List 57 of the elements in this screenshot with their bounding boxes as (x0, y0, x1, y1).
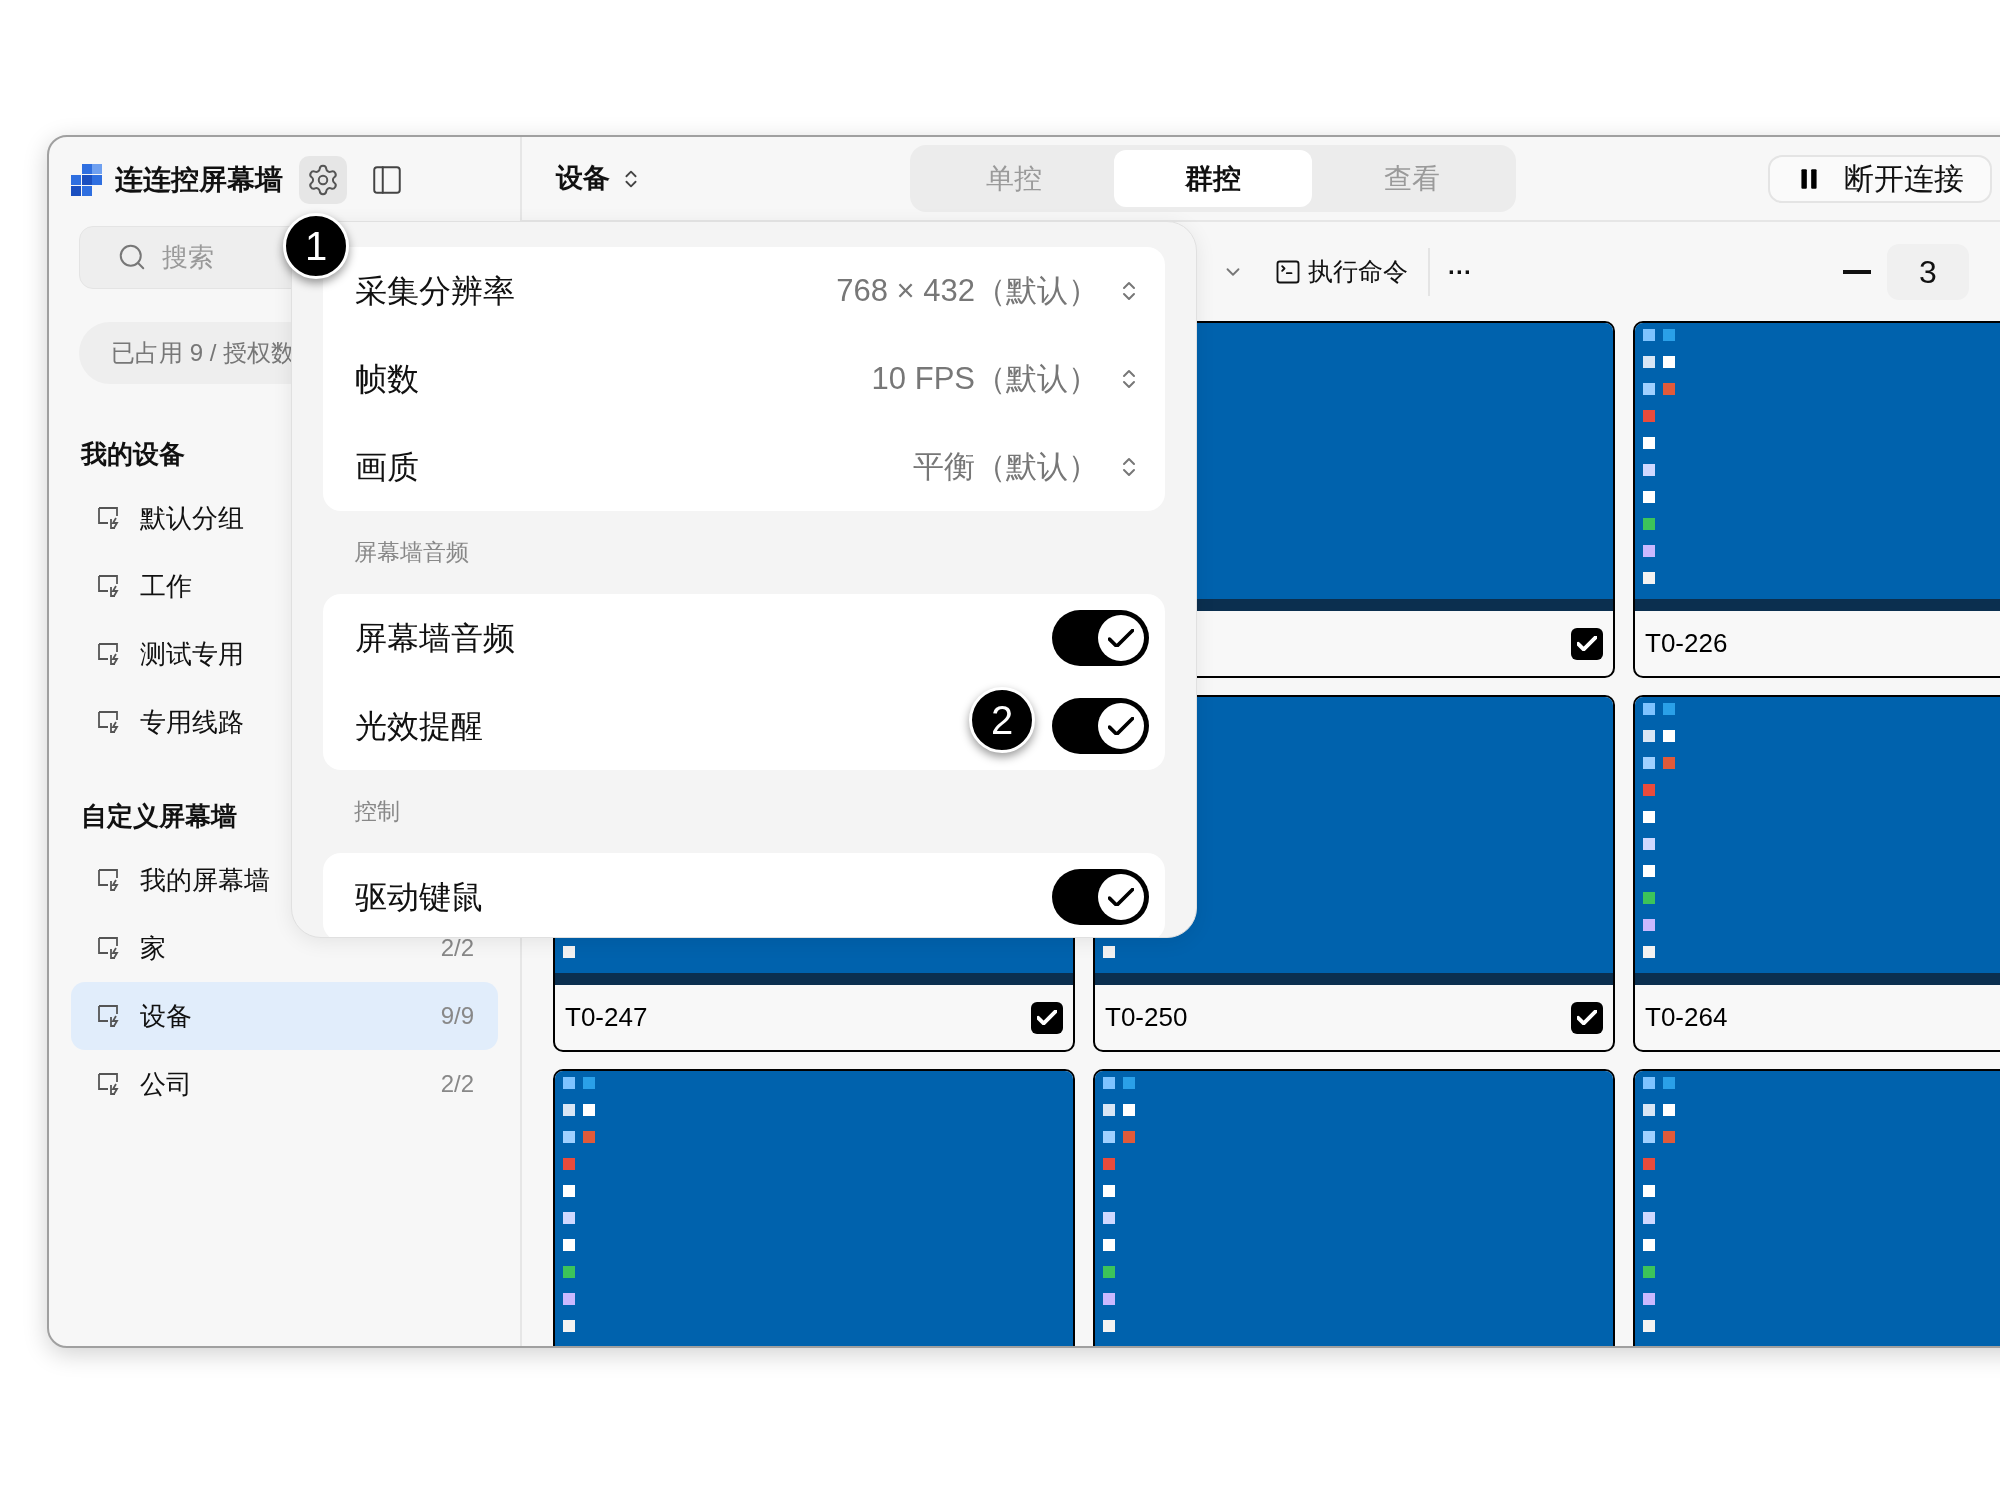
check-icon (1108, 716, 1134, 736)
settings-icon (306, 162, 340, 197)
search-icon (117, 242, 147, 272)
item-count: 9/9 (440, 1001, 474, 1031)
checkbox[interactable] (1031, 1001, 1063, 1034)
sidebar-item[interactable]: 设备 9/9 (71, 982, 498, 1050)
setting-label: 帧数 (355, 360, 419, 399)
check-icon (1577, 636, 1597, 651)
sidebar-item[interactable]: 家 2/2 (71, 914, 498, 982)
check-icon (1108, 628, 1134, 648)
popup-section-heading: 控制 (353, 797, 401, 827)
item-count: 2/2 (440, 1069, 474, 1099)
toggle-switch[interactable] (1052, 610, 1149, 666)
toggle-switch[interactable] (1052, 869, 1149, 925)
device-tile[interactable]: T0-264 (1633, 695, 2000, 1052)
run-command-button[interactable]: 执行命令 (1274, 252, 1408, 291)
setting-label: 驱动键鼠 (355, 878, 483, 917)
setting-label: 屏幕墙音频 (355, 619, 515, 658)
item-label: 默认分组 (140, 501, 244, 535)
logo-icon (71, 163, 103, 196)
device-name: T0-264 (1645, 1001, 1728, 1034)
mode-tab[interactable]: 群控 (1113, 150, 1313, 207)
setting-select[interactable]: 768 × 432（默认） (836, 267, 1141, 315)
sidebar-item[interactable]: 公司 2/2 (71, 1050, 498, 1118)
usage-text: 已占用 9 / 授权数 (111, 338, 296, 368)
item-label: 家 (140, 931, 166, 965)
device-tile[interactable]: T0-226 (1633, 321, 2000, 678)
device-name: T0-250 (1105, 1001, 1188, 1034)
setting-label: 光效提醒 (355, 707, 483, 746)
checkbox[interactable] (1571, 1001, 1603, 1034)
column-count-field[interactable]: 3 (1887, 243, 1969, 300)
check-icon (1577, 1010, 1597, 1025)
item-label: 设备 (140, 999, 192, 1033)
item-label: 公司 (140, 1067, 192, 1101)
toggle-switch[interactable] (1052, 698, 1149, 754)
more-button[interactable]: ··· (1448, 253, 1472, 290)
item-label: 工作 (140, 569, 192, 603)
check-icon (1108, 887, 1134, 907)
setting-select[interactable]: 平衡（默认） (913, 443, 1141, 491)
settings-button[interactable] (299, 155, 347, 204)
setting-label: 画质 (355, 448, 419, 487)
minus-icon (1843, 269, 1871, 274)
checkbox[interactable] (1571, 627, 1603, 660)
item-label: 我的屏幕墙 (140, 863, 270, 897)
device-name: T0-247 (565, 1001, 648, 1034)
setting-select[interactable]: 10 FPS（默认） (871, 355, 1141, 403)
item-count: 2/2 (440, 933, 474, 963)
device-name: T0-226 (1645, 627, 1728, 660)
app-title: 连连控屏幕墙 (115, 162, 283, 197)
item-label: 测试专用 (140, 637, 244, 671)
item-label: 专用线路 (140, 705, 244, 739)
section-heading: 我的设备 (81, 437, 185, 471)
check-icon (1037, 1010, 1057, 1025)
group-selector[interactable]: 设备 (556, 158, 642, 199)
popup-section-heading: 屏幕墙音频 (353, 538, 470, 568)
section-heading: 自定义屏幕墙 (81, 799, 237, 833)
disconnect-button[interactable]: 断开连接 (1768, 154, 1992, 203)
